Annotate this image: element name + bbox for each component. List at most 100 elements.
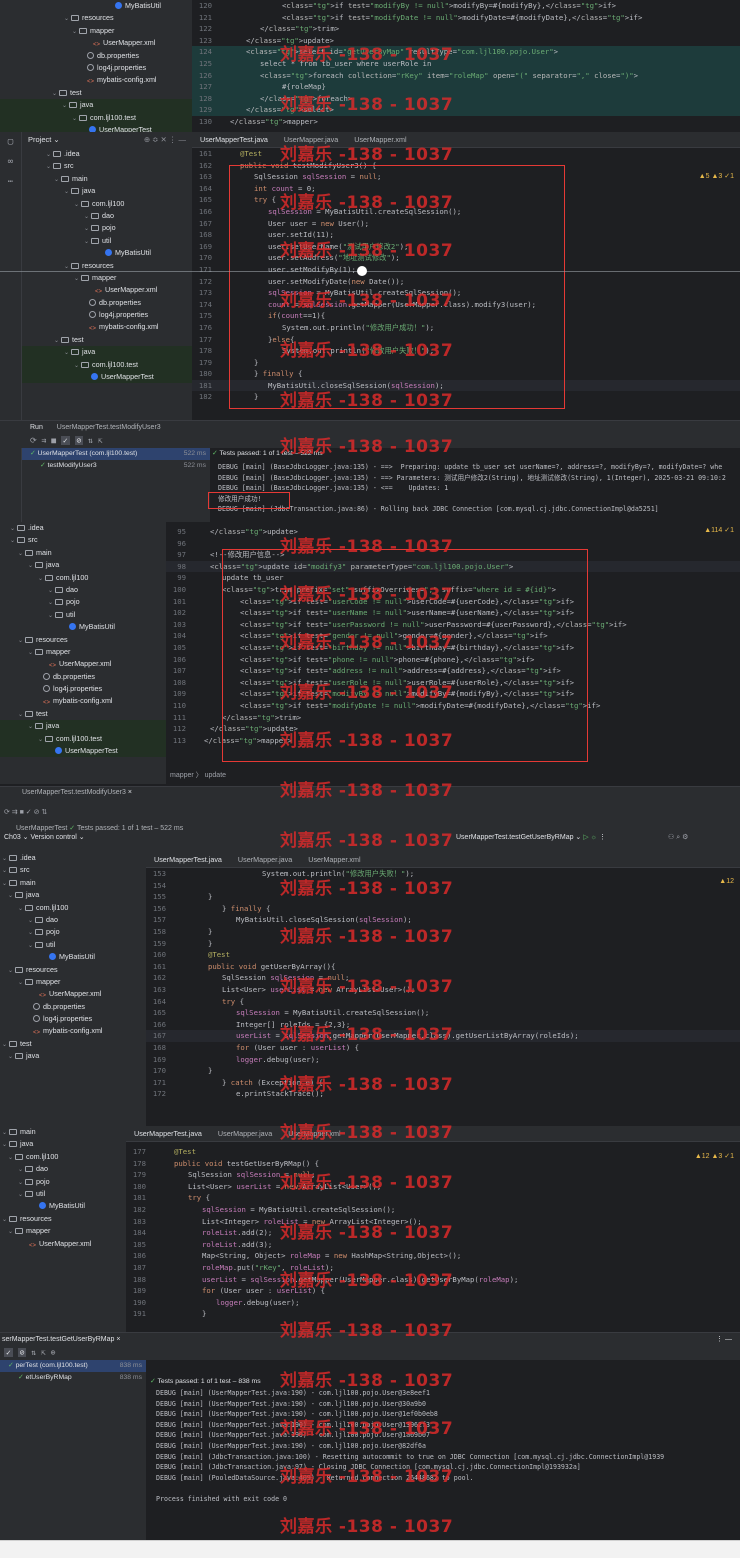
breadcrumb-item[interactable]: mapper bbox=[170, 772, 194, 779]
stop-icon[interactable]: ■ bbox=[51, 436, 56, 445]
xml-editor[interactable]: 120 <class="tg">if test="modifyBy != null… bbox=[192, 0, 740, 132]
code-line[interactable]: 181 try { bbox=[126, 1192, 740, 1204]
tree-item[interactable]: ⌄ src bbox=[0, 534, 166, 546]
tree-item[interactable]: ⌄ util bbox=[0, 939, 146, 951]
code-line[interactable]: 165 try { bbox=[192, 194, 740, 206]
test-tree-item[interactable]: ✓ UserMapperTest (com.ljl100.test) 522 ms bbox=[22, 448, 210, 460]
tree-item[interactable]: ⌄ java bbox=[0, 720, 166, 733]
slider-handle[interactable] bbox=[357, 266, 367, 276]
tree-item[interactable]: <> UserMapper.xml bbox=[22, 284, 192, 296]
tree-item[interactable]: ⌄ com.ljl100.test bbox=[0, 732, 166, 746]
tree-item[interactable]: ⌄ pojo bbox=[0, 1176, 126, 1188]
tree-item[interactable]: <> mybatis-config.xml bbox=[0, 1025, 146, 1037]
code-line[interactable]: 167 User user = new User(); bbox=[192, 218, 740, 230]
tree-item[interactable]: ⌄ .idea bbox=[22, 148, 192, 160]
code-line[interactable]: 175 if(count==1){ bbox=[192, 310, 740, 322]
tree-item[interactable]: ⌄ com.ljl100 bbox=[22, 198, 192, 210]
code-line[interactable]: 161 @Test bbox=[192, 148, 740, 160]
tree-item[interactable]: ⌄ java bbox=[0, 1138, 126, 1150]
code-line[interactable]: 163 SqlSession sqlSession = null; bbox=[192, 171, 740, 183]
code-line[interactable]: 182 sqlSession = MyBatisUtil.createSqlSes… bbox=[126, 1204, 740, 1216]
tree-item[interactable]: ⌄ java bbox=[0, 889, 146, 901]
header-icons[interactable]: ⚇ ⌕ ⚙ bbox=[668, 833, 688, 842]
run-target[interactable]: UserMapperTest.testModifyUser3 bbox=[45, 424, 161, 431]
code-line[interactable]: 169 user.setUserName("测试用户修改2"); bbox=[192, 241, 740, 253]
tree-item[interactable]: ⌄ com.ljl100 bbox=[0, 1151, 126, 1163]
show-passed-toggle[interactable]: ✓ bbox=[4, 1348, 13, 1357]
breadcrumb-item[interactable]: update bbox=[205, 772, 226, 779]
tree-item[interactable]: ⌄ java bbox=[0, 559, 166, 571]
tree-item[interactable]: UserMapperTest bbox=[22, 371, 192, 384]
tree-item[interactable]: log4j.properties bbox=[0, 683, 166, 695]
editor-tab[interactable]: UserMapper.java bbox=[230, 852, 300, 867]
tree-item[interactable]: <> UserMapper.xml bbox=[0, 37, 192, 49]
code-line[interactable]: 181 MyBatisUtil.closeSqlSession(sqlSessio… bbox=[192, 379, 740, 392]
code-line[interactable]: 161 public void getUserByArray(){ bbox=[146, 961, 740, 973]
more-icon[interactable]: ⋯ bbox=[0, 172, 21, 192]
tree-item[interactable]: ⌄ java bbox=[0, 1050, 146, 1062]
code-line[interactable]: 129 </class="tg">select> bbox=[192, 104, 740, 116]
tree-item[interactable]: ⌄ mapper bbox=[0, 1225, 126, 1237]
code-line[interactable]: 128 </class="tg">foreach> bbox=[192, 92, 740, 105]
code-line[interactable]: 171 user.setModifyBy(1); bbox=[192, 264, 740, 276]
tree-item[interactable]: ⌄ mapper bbox=[0, 976, 146, 988]
tree-item[interactable]: ⌄ src bbox=[22, 160, 192, 172]
code-line[interactable]: 170 user.setAddress("地址测试修改"); bbox=[192, 252, 740, 264]
tree-item[interactable]: ⌄ dao bbox=[0, 914, 146, 926]
tree-item[interactable]: log4j.properties bbox=[0, 1013, 146, 1025]
code-line[interactable]: 130 </class="tg">mapper> bbox=[192, 116, 740, 128]
run-config-selector[interactable]: UserMapperTest.testGetUserByRMap ⌄ ▷ ☼ ⋮ bbox=[456, 833, 606, 841]
tree-item[interactable]: ⌄ test bbox=[22, 334, 192, 346]
tree-item[interactable]: ⌄ dao bbox=[0, 1163, 126, 1175]
code-line[interactable]: 126 <class="tg">foreach collection="rKey"… bbox=[192, 69, 740, 82]
tree-item[interactable]: <> mybatis-config.xml bbox=[22, 321, 192, 333]
code-line[interactable]: 164 try { bbox=[146, 996, 740, 1008]
tree-item[interactable]: ⌄ com.ljl100.test bbox=[0, 111, 192, 124]
code-line[interactable]: 123 </class="tg">update> bbox=[192, 35, 740, 47]
code-line[interactable]: 168 user.setId(11); bbox=[192, 229, 740, 241]
code-line[interactable]: 172 user.setModifyDate(new Date()); bbox=[192, 276, 740, 288]
code-line[interactable]: 180} finally { bbox=[192, 368, 740, 380]
code-line[interactable]: 124 <class="tg">select id="getUserByMap" … bbox=[192, 46, 740, 58]
code-line[interactable]: 169 logger.debug(user); bbox=[146, 1054, 740, 1066]
code-line[interactable]: 174 count = sqlSession.getMapper(UserMapp… bbox=[192, 299, 740, 311]
tree-item[interactable]: ⌄ test bbox=[0, 1038, 146, 1050]
code-line[interactable]: 166 sqlSession = MyBatisUtil.createSqlSes… bbox=[192, 206, 740, 218]
chevron-icon[interactable]: ⌄ bbox=[8, 1051, 15, 1063]
tree-item[interactable]: ⌄ src bbox=[0, 864, 146, 876]
code-line[interactable]: 173 sqlSession = MyBatisUtil.createSqlSes… bbox=[192, 287, 740, 299]
tree-item[interactable]: ⌄ .idea bbox=[0, 852, 146, 864]
java-editor[interactable]: UserMapperTest.java UserMapper.java UserMa… bbox=[192, 132, 740, 420]
tree-item[interactable]: ⌄ util bbox=[0, 1188, 126, 1200]
code-line[interactable]: 125 select * from tb_user where userRole … bbox=[192, 57, 740, 70]
tree-item[interactable]: ⌄ util bbox=[22, 235, 192, 247]
test-tree-item[interactable]: ✓ testModifyUser3 522 ms bbox=[22, 460, 210, 472]
code-line[interactable]: 107 <class="tg">if test="address != null"… bbox=[166, 665, 740, 677]
tree-item[interactable]: ⌄ dao bbox=[0, 584, 166, 596]
tree-item[interactable]: ⌄ pojo bbox=[0, 926, 146, 938]
editor-tab[interactable]: UserMapperTest.java bbox=[192, 132, 276, 147]
tree-item[interactable]: ⌄ resources bbox=[0, 964, 146, 976]
show-ignored-toggle[interactable]: ⊘ bbox=[17, 1348, 27, 1357]
code-line[interactable]: 98 <class="tg">update id="modify3" parame… bbox=[166, 560, 740, 573]
tree-item[interactable]: ⌄ resources bbox=[0, 1213, 126, 1225]
tree-item[interactable]: MyBatisUtil bbox=[0, 621, 166, 633]
tree-item[interactable]: UserMapperTest bbox=[0, 123, 192, 132]
tree-item[interactable]: ⌄ test bbox=[0, 87, 192, 99]
code-line[interactable]: 122 </class="tg">trim> bbox=[192, 23, 740, 35]
rerun-icon[interactable]: ⟳ bbox=[30, 436, 37, 445]
code-line[interactable]: 164 int count = 0; bbox=[192, 183, 740, 195]
structure-icon[interactable]: ∞ bbox=[0, 152, 21, 172]
run-tab-label[interactable]: Run bbox=[0, 424, 43, 431]
tree-item[interactable]: ⌄ java bbox=[0, 99, 192, 112]
editor-tab[interactable]: UserMapperTest.java bbox=[146, 852, 230, 867]
tree-item[interactable]: db.properties bbox=[0, 1001, 146, 1013]
expand-icon[interactable]: ⇱ bbox=[98, 436, 103, 445]
code-line[interactable]: 190 logger.debug(user); bbox=[126, 1297, 740, 1309]
code-line[interactable]: 121 <class="tg">if test="modifyDate != nu… bbox=[192, 12, 740, 24]
tree-item[interactable]: log4j.properties bbox=[22, 309, 192, 321]
tree-item[interactable]: ⌄ mapper bbox=[0, 25, 192, 37]
code-line[interactable]: 177}else{ bbox=[192, 334, 740, 346]
run-target[interactable]: serMapperTest.testGetUserByRMap bbox=[0, 1336, 114, 1343]
tree-item[interactable]: <> mybatis-config.xml bbox=[0, 695, 166, 707]
